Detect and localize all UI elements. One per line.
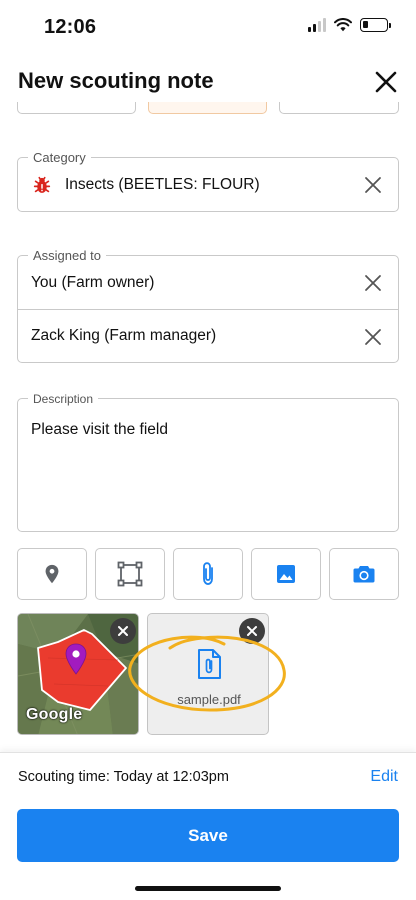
partial-option[interactable] (279, 102, 399, 114)
assigned-to-field: Assigned to You (Farm owner) Zack King (… (17, 248, 399, 363)
description-text[interactable]: Please visit the field (31, 421, 168, 439)
description-legend: Description (28, 391, 99, 407)
remove-file-button[interactable] (239, 618, 265, 644)
status-time: 12:06 (44, 16, 97, 38)
status-bar: 12:06 (0, 0, 416, 56)
take-photo-button[interactable] (329, 548, 399, 600)
location-pin-icon (45, 564, 59, 584)
wifi-icon (334, 18, 352, 32)
google-logo: Google (26, 706, 83, 723)
assignee-row[interactable]: Zack King (Farm manager) (18, 309, 398, 362)
category-row[interactable]: Insects (BEETLES: FLOUR) (18, 158, 398, 211)
partial-options-row (17, 102, 399, 114)
close-icon (247, 626, 257, 636)
bug-icon (33, 176, 51, 193)
scouting-time: Scouting time: Today at 12:03pm (18, 769, 229, 785)
camera-icon (353, 566, 375, 583)
draw-area-button[interactable] (95, 548, 165, 600)
close-icon (375, 71, 397, 93)
attach-file-button[interactable] (173, 548, 243, 600)
map-thumbnail[interactable]: Google (17, 613, 139, 735)
remove-assignee-icon[interactable] (362, 272, 384, 294)
assignee-name: Zack King (Farm manager) (31, 327, 217, 344)
edit-time-link[interactable]: Edit (370, 768, 398, 786)
footer: Scouting time: Today at 12:03pm Edit Sav… (0, 752, 416, 900)
draw-area-icon (117, 561, 143, 587)
file-name: sample.pdf (177, 692, 241, 707)
file-icon (198, 649, 221, 679)
partial-option[interactable] (17, 102, 136, 114)
category-field: Category Insects (BEETLES: FLOUR) (17, 150, 399, 212)
assignee-name: You (Farm owner) (31, 273, 155, 291)
attachment-icon (203, 562, 213, 585)
add-location-button[interactable] (17, 548, 87, 600)
image-icon (277, 565, 295, 583)
status-icons (308, 18, 391, 32)
save-button[interactable]: Save (17, 809, 399, 862)
battery-icon (360, 18, 391, 32)
file-thumbnail[interactable]: sample.pdf (147, 613, 269, 735)
header: New scouting note (0, 62, 416, 102)
add-image-button[interactable] (251, 548, 321, 600)
attachment-toolbar (17, 548, 399, 600)
page-title: New scouting note (18, 68, 214, 93)
close-icon (118, 626, 128, 636)
close-button[interactable] (370, 66, 402, 98)
description-field[interactable]: Description Please visit the field (17, 391, 399, 532)
remove-map-button[interactable] (110, 618, 136, 644)
home-indicator (135, 886, 281, 891)
remove-assignee-icon[interactable] (362, 326, 384, 348)
clear-category-icon[interactable] (362, 174, 384, 196)
assignee-row[interactable]: You (Farm owner) (18, 256, 398, 309)
signal-icon (308, 18, 326, 32)
partial-option-selected[interactable] (148, 102, 267, 114)
form-scroll-area[interactable]: Category Insects (BEETLES: FLOUR) Assign… (0, 102, 416, 752)
category-value: Insects (BEETLES: FLOUR) (65, 175, 260, 193)
